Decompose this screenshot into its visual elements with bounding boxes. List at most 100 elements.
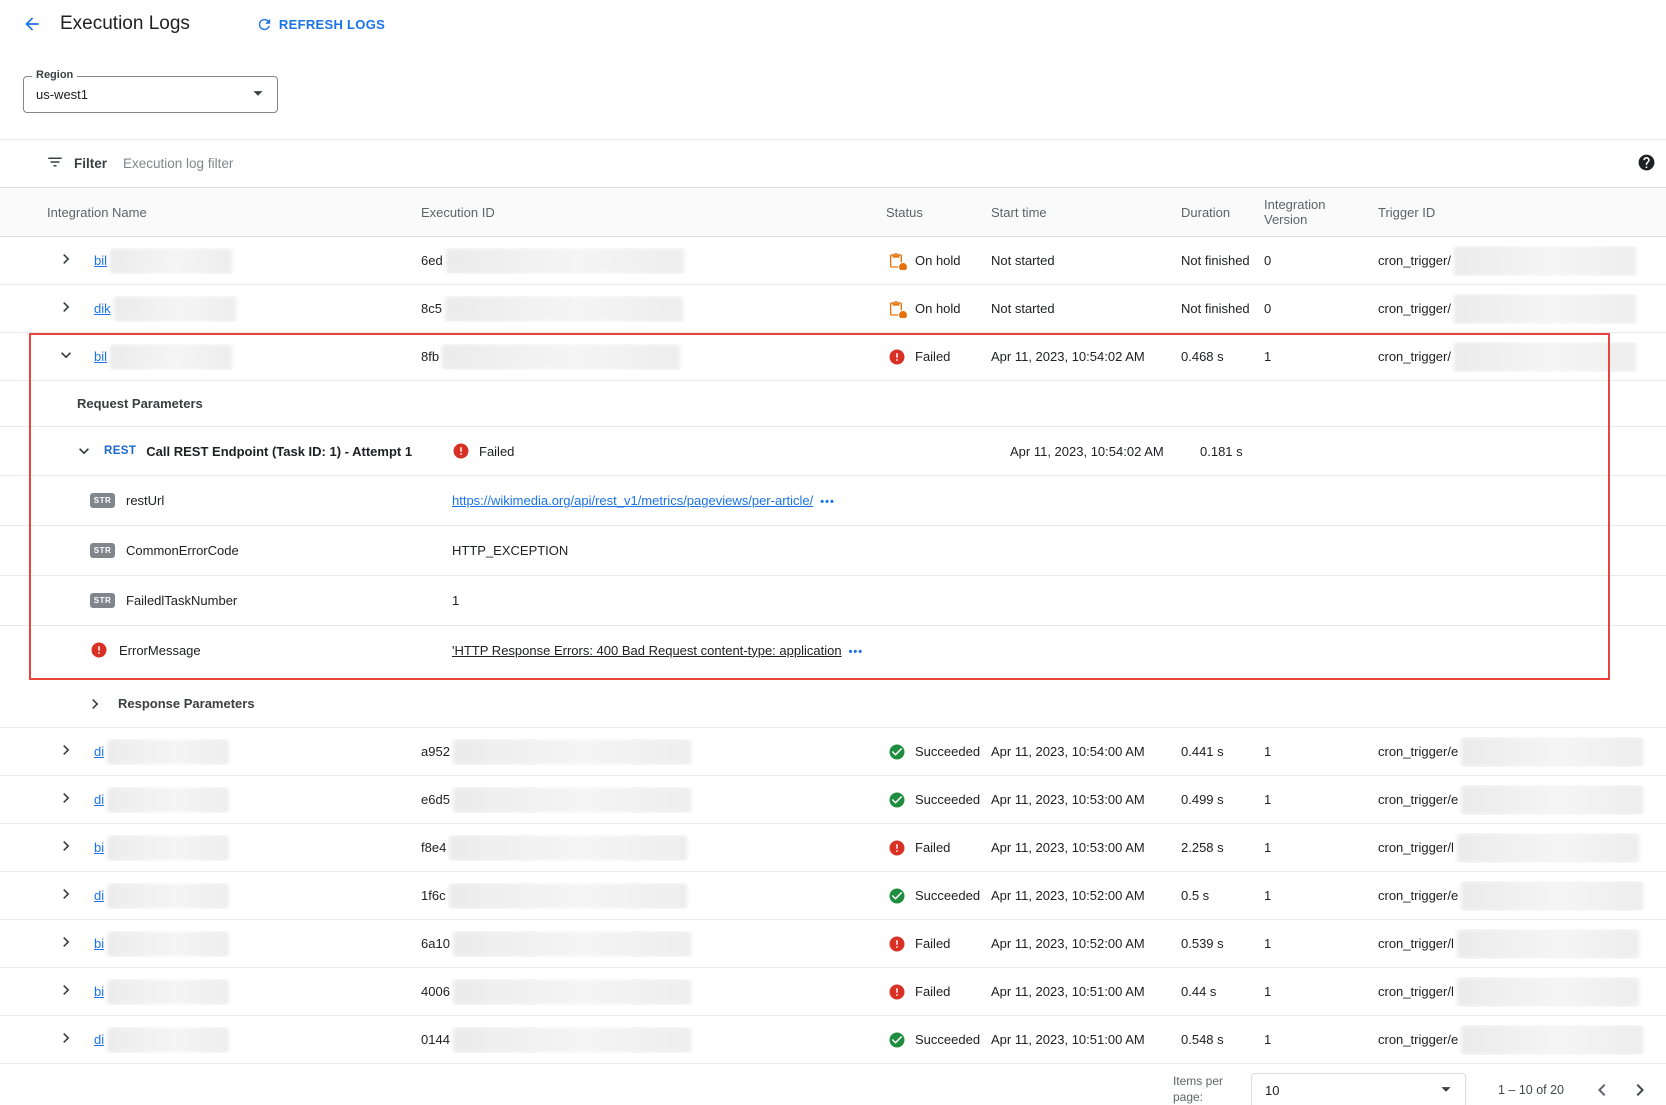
integration-version: 1 xyxy=(1258,936,1372,951)
items-per-page-label: Items per page: xyxy=(1173,1074,1237,1105)
expand-chevron-icon[interactable] xyxy=(56,1028,76,1048)
expand-response-chevron-icon[interactable] xyxy=(85,694,105,714)
previous-page-icon[interactable] xyxy=(1590,1078,1614,1102)
error-icon xyxy=(90,641,108,659)
redacted-integration-name xyxy=(107,931,229,957)
trigger-id-text: cron_trigger/ xyxy=(1378,301,1451,316)
string-type-icon: STR xyxy=(90,543,115,558)
status-text: On hold xyxy=(915,253,961,268)
start-time: Apr 11, 2023, 10:54:02 AM xyxy=(985,349,1175,364)
parameter-row: STR CommonErrorCode HTTP_EXCEPTION xyxy=(0,526,1666,576)
onhold-icon xyxy=(888,252,906,270)
start-time: Apr 11, 2023, 10:54:00 AM xyxy=(985,744,1175,759)
expand-chevron-icon[interactable] xyxy=(56,932,76,952)
onhold-icon xyxy=(888,300,906,318)
parameter-name: restUrl xyxy=(126,493,164,508)
status-text: Failed xyxy=(915,984,950,999)
table-rows-top: bil 6ed On hold Not started Not finished… xyxy=(0,237,1666,333)
status-text: On hold xyxy=(915,301,961,316)
table-row: bi f8e4 Failed Apr 11, 2023, 10:53:00 AM… xyxy=(0,824,1666,872)
integration-name-link[interactable]: bi xyxy=(94,984,104,999)
error-message-link[interactable]: 'HTTP Response Errors: 400 Bad Request c… xyxy=(452,643,842,658)
filter-placeholder: Execution log filter xyxy=(123,156,233,171)
integration-version: 1 xyxy=(1258,744,1372,759)
redacted-integration-name xyxy=(110,248,232,274)
integration-name-link[interactable]: di xyxy=(94,744,104,759)
items-per-page-select[interactable]: 10 xyxy=(1251,1073,1466,1105)
expand-chevron-icon[interactable] xyxy=(56,740,76,760)
redacted-integration-name xyxy=(107,979,229,1005)
response-parameters-label: Response Parameters xyxy=(118,696,255,711)
failed-icon xyxy=(888,839,906,857)
string-type-icon: STR xyxy=(90,493,115,508)
column-header-start-time: Start time xyxy=(985,205,1175,220)
integration-version: 1 xyxy=(1258,840,1372,855)
refresh-logs-button[interactable]: REFRESH LOGS xyxy=(256,16,385,33)
expand-chevron-icon[interactable] xyxy=(56,249,76,269)
start-time: Apr 11, 2023, 10:51:00 AM xyxy=(985,1032,1175,1047)
task-start-time: Apr 11, 2023, 10:54:02 AM xyxy=(1010,444,1200,459)
execution-id-text: 4006 xyxy=(421,984,450,999)
integration-name-link[interactable]: bil xyxy=(94,253,107,268)
region-select[interactable]: Region us-west1 xyxy=(23,76,278,113)
integration-name-link[interactable]: di xyxy=(94,792,104,807)
integration-name-link[interactable]: bi xyxy=(94,936,104,951)
more-icon[interactable]: ••• xyxy=(820,496,835,508)
request-parameters-label: Request Parameters xyxy=(77,396,203,411)
redacted-execution-id xyxy=(449,835,687,861)
integration-name-link[interactable]: di xyxy=(94,1032,104,1047)
table-rows-bottom: di a952 Succeeded Apr 11, 2023, 10:54:00… xyxy=(0,728,1666,1064)
duration: 0.44 s xyxy=(1175,984,1258,999)
table-row: dik 8c5 On hold Not started Not finished… xyxy=(0,285,1666,333)
expand-chevron-icon[interactable] xyxy=(56,884,76,904)
trigger-id-text: cron_trigger/e xyxy=(1378,1032,1458,1047)
expand-chevron-icon[interactable] xyxy=(56,345,76,365)
page-range-label: 1 – 10 of 20 xyxy=(1498,1083,1564,1097)
duration: Not finished xyxy=(1175,253,1258,268)
status-text: Failed xyxy=(915,349,950,364)
integration-name-link[interactable]: dik xyxy=(94,301,111,316)
filter-input[interactable]: Filter Execution log filter xyxy=(46,140,1637,187)
start-time: Not started xyxy=(985,301,1175,316)
integration-name-link[interactable]: bil xyxy=(94,349,107,364)
failed-icon xyxy=(888,348,906,366)
next-page-icon[interactable] xyxy=(1628,1078,1652,1102)
integration-name-link[interactable]: di xyxy=(94,888,104,903)
filter-icon xyxy=(46,153,64,174)
status-text: Succeeded xyxy=(915,1032,980,1047)
expand-chevron-icon[interactable] xyxy=(56,980,76,1000)
pagination-bar: Items per page: 10 1 – 10 of 20 xyxy=(0,1064,1666,1105)
redacted-trigger-id xyxy=(1457,929,1639,959)
trigger-id-text: cron_trigger/e xyxy=(1378,744,1458,759)
start-time: Apr 11, 2023, 10:53:00 AM xyxy=(985,840,1175,855)
redacted-trigger-id xyxy=(1461,785,1643,815)
expand-chevron-icon[interactable] xyxy=(56,297,76,317)
integration-name-link[interactable]: bi xyxy=(94,840,104,855)
rest-url-link[interactable]: https://wikimedia.org/api/rest_v1/metric… xyxy=(452,493,813,508)
trigger-id-text: cron_trigger/l xyxy=(1378,840,1454,855)
expanded-row-section: bil 8fb Failed Apr 11, 2023, 10:54:02 AM… xyxy=(0,333,1666,680)
redacted-trigger-id xyxy=(1461,737,1643,767)
redacted-integration-name xyxy=(107,883,229,909)
trigger-id-text: cron_trigger/l xyxy=(1378,984,1454,999)
column-header-trigger-id: Trigger ID xyxy=(1372,205,1666,220)
integration-version: 1 xyxy=(1258,888,1372,903)
succeeded-icon xyxy=(888,743,906,761)
expand-chevron-icon[interactable] xyxy=(56,788,76,808)
status-text: Succeeded xyxy=(915,792,980,807)
help-icon[interactable] xyxy=(1637,153,1656,175)
back-arrow-icon[interactable] xyxy=(20,12,44,36)
integration-version: 0 xyxy=(1258,253,1372,268)
more-icon[interactable]: ••• xyxy=(849,646,864,658)
table-row: bi 4006 Failed Apr 11, 2023, 10:51:00 AM… xyxy=(0,968,1666,1016)
expand-chevron-icon[interactable] xyxy=(56,836,76,856)
column-header-integration-version: Integration Version xyxy=(1258,197,1372,227)
redacted-trigger-id xyxy=(1457,977,1639,1007)
items-per-page-value: 10 xyxy=(1265,1083,1279,1098)
table-header-row: Integration Name Execution ID Status Sta… xyxy=(0,187,1666,237)
duration: 0.468 s xyxy=(1175,349,1258,364)
response-parameters-header: Response Parameters xyxy=(0,680,1666,728)
table-row: di a952 Succeeded Apr 11, 2023, 10:54:00… xyxy=(0,728,1666,776)
collapse-task-chevron-icon[interactable] xyxy=(74,441,94,461)
region-select-value: us-west1 xyxy=(36,87,88,102)
